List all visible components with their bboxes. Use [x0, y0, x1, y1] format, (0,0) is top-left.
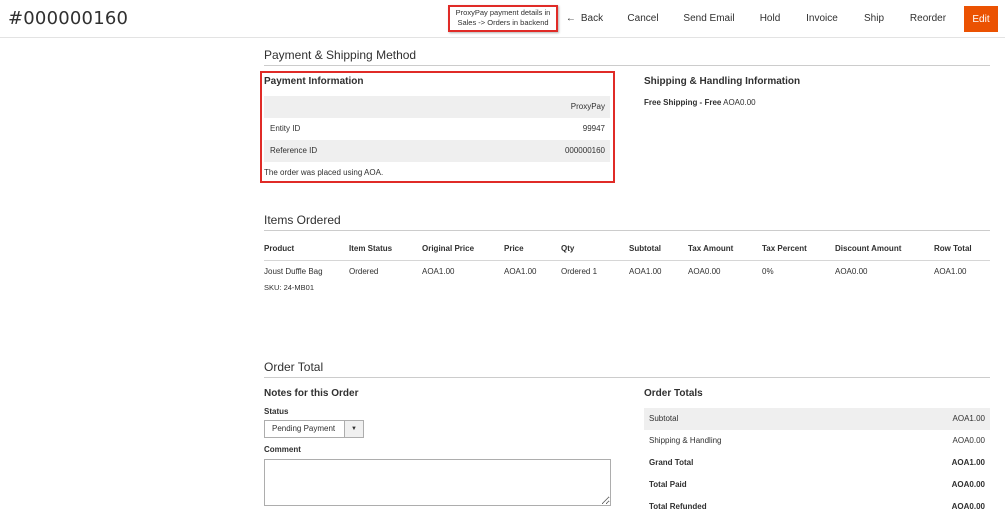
- totals-row-shipping: Shipping & Handling AOA0.00: [644, 430, 990, 452]
- reference-id-row: Reference ID 000000160: [264, 140, 610, 162]
- send-email-button[interactable]: Send Email: [678, 6, 740, 32]
- payment-currency-note: The order was placed using AOA.: [264, 168, 384, 177]
- shipping-method-amount: AOA0.00: [723, 98, 756, 107]
- back-label: Back: [580, 13, 604, 24]
- payment-info-table: ProxyPay Entity ID 99947 Reference ID 00…: [264, 96, 610, 162]
- edit-button[interactable]: Edit: [964, 6, 998, 32]
- tax-percent: 0%: [762, 267, 774, 276]
- entity-id-label: Entity ID: [270, 124, 301, 133]
- reorder-button[interactable]: Reorder: [902, 6, 954, 32]
- totals-label: Shipping & Handling: [649, 436, 722, 445]
- cancel-button[interactable]: Cancel: [621, 6, 665, 32]
- totals-label: Total Paid: [649, 480, 687, 489]
- reference-id-value: 000000160: [564, 146, 605, 155]
- column-header-qty: Qty: [561, 244, 575, 253]
- payment-information-title: Payment Information: [264, 76, 364, 87]
- column-header-discount-amount: Discount Amount: [835, 244, 902, 253]
- invoice-button[interactable]: Invoice: [800, 6, 844, 32]
- totals-row-subtotal: Subtotal AOA1.00: [644, 408, 990, 430]
- column-header-item-status: Item Status: [349, 244, 393, 253]
- qty: Ordered 1: [561, 267, 598, 276]
- section-title-items-ordered: Items Ordered: [264, 213, 341, 227]
- status-select-value: Pending Payment: [272, 424, 336, 433]
- comment-textarea[interactable]: [264, 459, 611, 506]
- section-divider: [264, 377, 990, 378]
- arrow-left-icon: ←: [565, 13, 576, 24]
- totals-label: Grand Total: [649, 458, 694, 467]
- callout-line: ProxyPay payment details in: [455, 8, 551, 17]
- order-totals-table: Subtotal AOA1.00 Shipping & Handling AOA…: [644, 408, 990, 514]
- totals-label: Total Refunded: [649, 502, 707, 511]
- subtotal: AOA1.00: [629, 267, 662, 276]
- payment-method-value: ProxyPay: [570, 102, 605, 111]
- row-total: AOA1.00: [934, 267, 967, 276]
- totals-row-total-refunded: Total Refunded AOA0.00: [644, 496, 990, 514]
- back-button[interactable]: ← Back: [562, 6, 607, 32]
- section-title-order-total: Order Total: [264, 360, 324, 374]
- totals-row-grand-total: Grand Total AOA1.00: [644, 452, 990, 474]
- notes-title: Notes for this Order: [264, 388, 359, 399]
- page-title: #000000160: [8, 8, 129, 29]
- totals-row-total-paid: Total Paid AOA0.00: [644, 474, 990, 496]
- price: AOA1.00: [504, 267, 537, 276]
- item-status: Ordered: [349, 267, 379, 276]
- totals-label: Subtotal: [649, 414, 679, 423]
- column-header-tax-amount: Tax Amount: [688, 244, 734, 253]
- annotation-callout: ProxyPay payment details in Sales -> Ord…: [448, 5, 558, 32]
- totals-value: AOA0.00: [951, 480, 985, 489]
- column-header-subtotal: Subtotal: [629, 244, 661, 253]
- column-header-tax-percent: Tax Percent: [762, 244, 807, 253]
- status-label: Status: [264, 407, 289, 416]
- section-divider: [264, 65, 990, 66]
- discount-amount: AOA0.00: [835, 267, 868, 276]
- page-header: #000000160 ProxyPay payment details in S…: [0, 0, 1005, 38]
- shipping-information-title: Shipping & Handling Information: [644, 76, 801, 87]
- section-title-payment-shipping: Payment & Shipping Method: [264, 48, 417, 62]
- totals-value: AOA0.00: [951, 502, 985, 511]
- column-header-price: Price: [504, 244, 524, 253]
- table-header-divider: [264, 260, 990, 261]
- tax-amount: AOA0.00: [688, 267, 721, 276]
- ship-button[interactable]: Ship: [858, 6, 890, 32]
- totals-value: AOA1.00: [952, 414, 985, 423]
- comment-label: Comment: [264, 445, 301, 454]
- callout-line: Sales -> Orders in backend: [457, 18, 549, 27]
- shipping-method-name: Free Shipping - Free: [644, 98, 722, 107]
- original-price: AOA1.00: [422, 267, 455, 276]
- payment-method-row: ProxyPay: [264, 96, 610, 118]
- entity-id-value: 99947: [582, 124, 605, 133]
- product-name: Joust Duffle Bag: [264, 267, 323, 276]
- caret-down-icon: ▼: [344, 421, 363, 437]
- column-header-row-total: Row Total: [934, 244, 972, 253]
- status-select[interactable]: Pending Payment ▼: [264, 420, 364, 438]
- product-sku: SKU: 24-MB01: [264, 283, 315, 292]
- column-header-product: Product: [264, 244, 295, 253]
- hold-button[interactable]: Hold: [752, 6, 788, 32]
- column-header-original-price: Original Price: [422, 244, 475, 253]
- section-divider: [264, 230, 990, 231]
- totals-value: AOA0.00: [952, 436, 985, 445]
- totals-value: AOA1.00: [951, 458, 985, 467]
- reference-id-label: Reference ID: [270, 146, 318, 155]
- shipping-method-line: Free Shipping - Free AOA0.00: [644, 98, 756, 107]
- entity-id-row: Entity ID 99947: [264, 118, 610, 140]
- order-totals-title: Order Totals: [644, 388, 703, 399]
